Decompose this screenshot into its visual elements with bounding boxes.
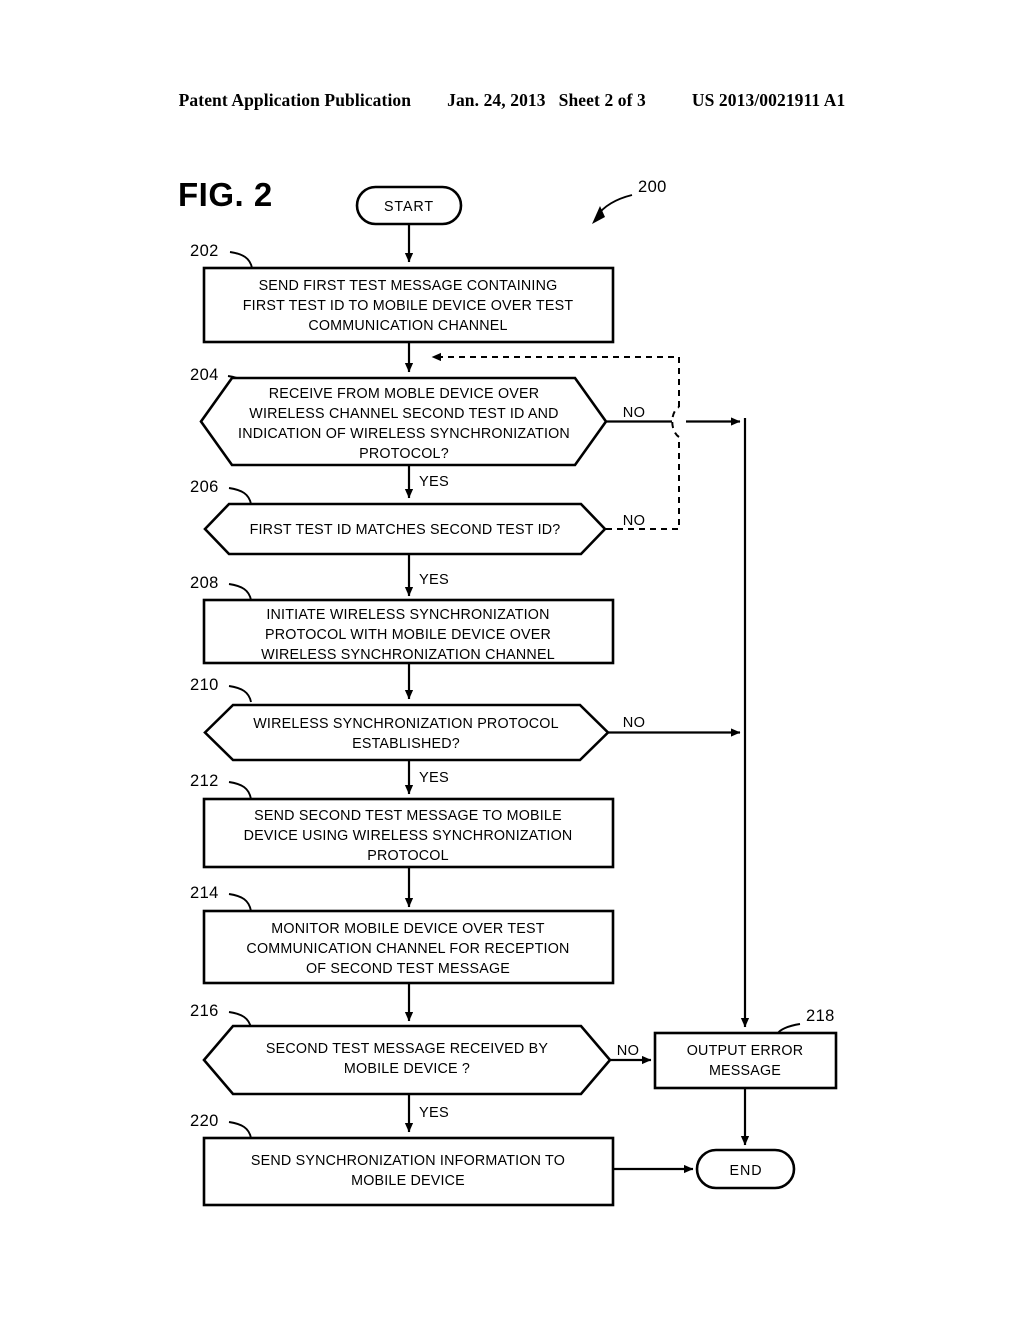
node-212-line-2: DEVICE USING WIRELESS SYNCHRONIZATION — [244, 828, 573, 844]
node-206: 206 FIRST TEST ID MATCHES SECOND TEST ID… — [190, 478, 607, 556]
node-210-line-2: ESTABLISHED? — [352, 736, 460, 752]
node-216-line-2: MOBILE DEVICE ? — [344, 1061, 470, 1077]
node-220-line-2: MOBILE DEVICE — [351, 1173, 465, 1189]
end-terminator: END — [695, 1148, 796, 1190]
ref-label-204: 204 — [190, 366, 219, 384]
start-label: START — [384, 199, 434, 215]
edge-crossing-hop — [671, 406, 680, 438]
node-204-line-4: PROTOCOL? — [359, 446, 449, 462]
ref-label-216: 216 — [190, 1002, 219, 1020]
ref-label-218: 218 — [806, 1007, 835, 1025]
edge-label-204-yes: YES — [419, 474, 449, 490]
node-202-line-1: SEND FIRST TEST MESSAGE CONTAINING — [259, 278, 558, 294]
node-214-line-3: OF SECOND TEST MESSAGE — [306, 961, 510, 977]
node-216-line-1: SECOND TEST MESSAGE RECEIVED BY — [266, 1041, 548, 1057]
ref-label-200: 200 — [638, 178, 667, 196]
node-210-line-1: WIRELESS SYNCHRONIZATION PROTOCOL — [253, 716, 559, 732]
node-212: 212 SEND SECOND TEST MESSAGE TO MOBILE D… — [190, 772, 615, 869]
diagram-ref-200: 200 — [592, 178, 667, 224]
ref-leader-218 — [777, 1023, 801, 1034]
edge-label-204-no: NO — [623, 405, 646, 421]
node-202-line-3: COMMUNICATION CHANNEL — [308, 318, 507, 334]
ref-label-206: 206 — [190, 478, 219, 496]
node-220-box — [202, 1136, 615, 1207]
node-202: 202 SEND FIRST TEST MESSAGE CONTAINING F… — [190, 242, 615, 344]
ref-label-208: 208 — [190, 574, 219, 592]
edge-label-210-yes: YES — [419, 770, 449, 786]
ref-label-214: 214 — [190, 884, 219, 902]
node-208: 208 INITIATE WIRELESS SYNCHRONIZATION PR… — [190, 574, 615, 665]
node-218-line-2: MESSAGE — [709, 1063, 781, 1079]
ref-label-210: 210 — [190, 676, 219, 694]
node-214-line-2: COMMUNICATION CHANNEL FOR RECEPTION — [246, 941, 569, 957]
ref-leader-212 — [228, 781, 252, 800]
node-208-line-1: INITIATE WIRELESS SYNCHRONIZATION — [266, 607, 549, 623]
node-202-line-2: FIRST TEST ID TO MOBILE DEVICE OVER TEST — [243, 298, 574, 314]
edge-label-210-no: NO — [623, 715, 646, 731]
node-218-line-1: OUTPUT ERROR — [687, 1043, 804, 1059]
end-label: END — [730, 1163, 763, 1179]
edge-label-216-no: NO — [617, 1043, 640, 1059]
node-212-line-3: PROTOCOL — [367, 848, 449, 864]
node-208-line-2: PROTOCOL WITH MOBILE DEVICE OVER — [265, 627, 551, 643]
node-212-line-1: SEND SECOND TEST MESSAGE TO MOBILE — [254, 808, 562, 824]
edge-label-216-yes: YES — [419, 1105, 449, 1121]
node-208-line-3: WIRELESS SYNCHRONIZATION CHANNEL — [261, 647, 555, 663]
node-220-line-1: SEND SYNCHRONIZATION INFORMATION TO — [251, 1153, 565, 1169]
edge-label-206-no: NO — [623, 513, 646, 529]
node-204: 204 RECEIVE FROM MOBLE DEVICE OVER WIREL… — [190, 366, 608, 467]
ref-leader-210 — [228, 685, 252, 703]
start-terminator: START — [355, 185, 463, 226]
ref-label-220: 220 — [190, 1112, 219, 1130]
node-214-line-1: MONITOR MOBILE DEVICE OVER TEST — [271, 921, 544, 937]
ref-leader-206 — [228, 487, 252, 505]
node-218-box — [653, 1031, 838, 1090]
ref-label-212: 212 — [190, 772, 219, 790]
edge-label-206-yes: YES — [419, 572, 449, 588]
node-220: 220 SEND SYNCHRONIZATION INFORMATION TO … — [190, 1112, 615, 1207]
ref-label-202: 202 — [190, 242, 219, 260]
ref-leader-208 — [228, 583, 252, 601]
ref-leader-214 — [228, 893, 252, 912]
flowchart-200: 200 START 202 SEND FIRST TEST MESSAGE CO… — [190, 178, 838, 1207]
ref-leader-202 — [229, 251, 253, 269]
node-216: 216 SECOND TEST MESSAGE RECEIVED BY MOBI… — [190, 1002, 612, 1096]
node-204-line-1: RECEIVE FROM MOBLE DEVICE OVER — [269, 386, 540, 402]
node-204-line-3: INDICATION OF WIRELESS SYNCHRONIZATION — [238, 426, 570, 442]
ref-leader-220 — [228, 1121, 252, 1139]
node-216-hexagon — [202, 1024, 612, 1096]
node-210: 210 WIRELESS SYNCHRONIZATION PROTOCOL ES… — [190, 676, 610, 762]
node-206-line-1: FIRST TEST ID MATCHES SECOND TEST ID? — [250, 522, 561, 538]
node-204-line-2: WIRELESS CHANNEL SECOND TEST ID AND — [249, 406, 558, 422]
node-214: 214 MONITOR MOBILE DEVICE OVER TEST COMM… — [190, 884, 615, 985]
